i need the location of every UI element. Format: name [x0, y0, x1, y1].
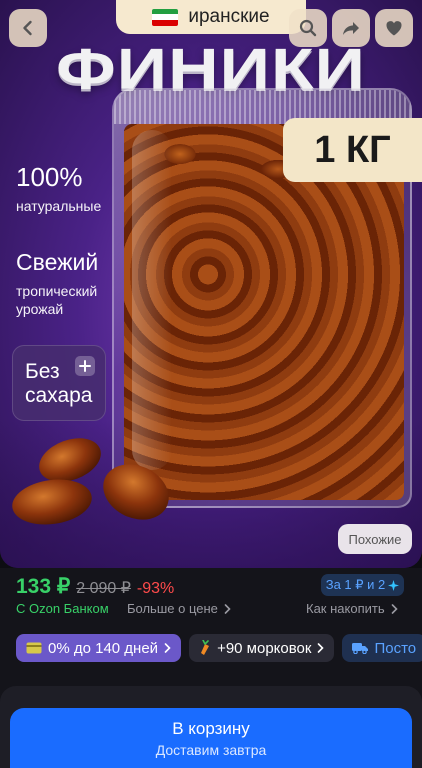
feature-natural-label: натуральные [16, 198, 102, 214]
heart-icon [386, 21, 402, 36]
promo-badge[interactable]: За 1 ₽ и 2 [321, 574, 404, 596]
feature-fresh-label: тропический урожай [16, 283, 98, 317]
share-arrow-icon [343, 22, 359, 35]
old-price: 2 090 ₽ [76, 580, 131, 597]
truck-icon [352, 643, 369, 654]
iran-flag-icon [152, 8, 179, 26]
no-sugar-badge[interactable]: Без сахара [12, 345, 106, 421]
search-icon [299, 19, 317, 37]
carrot-icon [201, 640, 210, 655]
weight-badge: 1 КГ [283, 118, 422, 182]
installment-label: 0% до 140 дней [48, 639, 159, 657]
chevron-right-icon [391, 603, 398, 614]
price-row: 133 ₽ 2 090 ₽ -93% [16, 574, 174, 599]
feature-fresh: Свежий тропический урожай [16, 249, 116, 318]
feature-natural: 100% натуральные [16, 162, 101, 215]
bank-price-label: С Ozon Банком [16, 601, 109, 616]
delivery-chip-label: Посто [374, 639, 417, 657]
delivery-date-label: Доставим завтра [155, 741, 267, 758]
add-to-cart-button[interactable]: В корзину Доставим завтра [10, 708, 412, 768]
share-button[interactable] [332, 9, 370, 47]
chevron-right-icon [164, 643, 171, 653]
feature-fresh-value: Свежий [16, 249, 99, 275]
more-price-link[interactable]: Больше о цене [127, 601, 231, 616]
current-price: 133 ₽ [16, 575, 71, 598]
sparkle-icon [388, 579, 400, 591]
bag-shine [132, 130, 172, 470]
feature-natural-value: 100% [16, 162, 83, 192]
card-icon [26, 642, 42, 654]
add-to-cart-label: В корзину [172, 718, 250, 738]
chevron-left-icon [23, 20, 32, 36]
installment-chip[interactable]: 0% до 140 дней [16, 634, 182, 662]
offer-chips: 0% до 140 дней +90 морковок Посто [16, 634, 422, 662]
plus-icon [75, 356, 95, 376]
loose-dates-image [12, 438, 169, 525]
discount-percent: -93% [136, 580, 175, 597]
similar-products-button[interactable]: Похожие [338, 524, 412, 554]
how-to-save-link[interactable]: Как накопить [306, 601, 398, 616]
chevron-right-icon [224, 603, 231, 614]
carrots-label: +90 морковок [217, 639, 312, 657]
more-price-label: Больше о цене [127, 601, 218, 616]
favorite-button[interactable] [375, 9, 413, 47]
delivery-chip[interactable]: Посто [342, 634, 422, 662]
how-to-save-label: Как накопить [306, 601, 385, 616]
carrots-chip[interactable]: +90 морковок [189, 634, 335, 662]
search-button[interactable] [289, 9, 327, 47]
promo-label: За 1 ₽ и 2 [325, 577, 386, 592]
back-button[interactable] [9, 9, 47, 47]
product-hero-image[interactable]: ФИНИКИ 1 КГ 100% натуральные Свежий троп… [0, 0, 422, 568]
chevron-right-icon [318, 643, 325, 653]
origin-badge: иранские [116, 0, 306, 34]
no-sugar-line2: сахара [25, 384, 93, 407]
origin-label: иранские [188, 6, 270, 27]
